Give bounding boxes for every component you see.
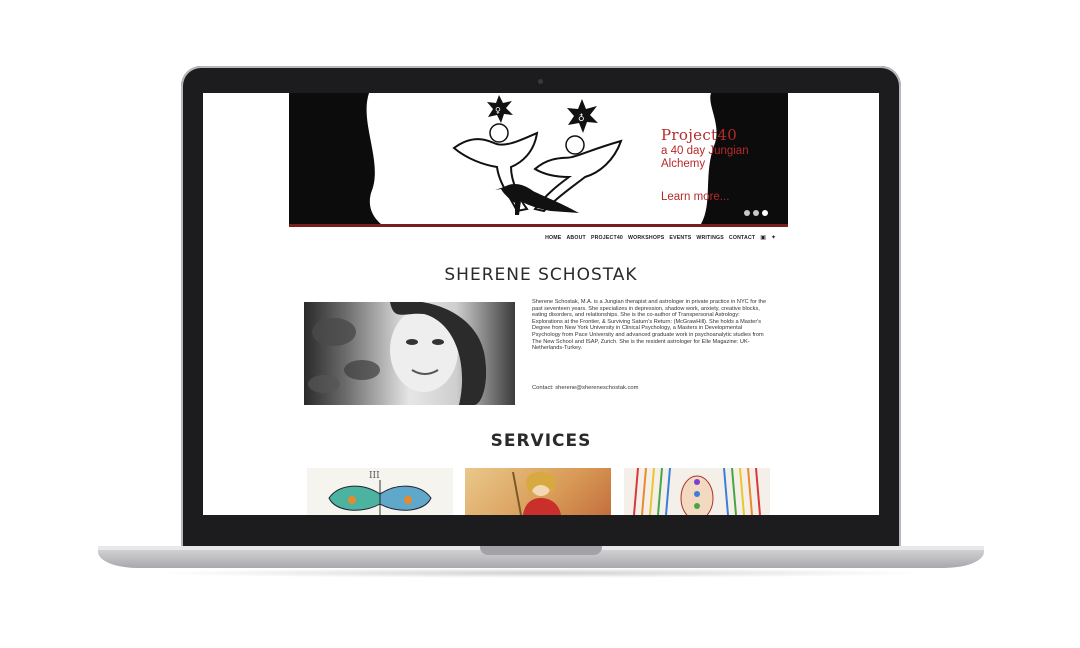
svg-text:♁: ♁ <box>578 113 585 124</box>
contact-email[interactable]: Contact: sherene@shereneschostak.com <box>532 385 638 391</box>
slider-dot[interactable] <box>753 210 759 216</box>
nav-workshops[interactable]: WORKSHOPS <box>628 235 664 241</box>
twitter-icon[interactable]: ✦ <box>771 234 776 241</box>
bio-text: Sherene Schostak, M.A. is a Jungian ther… <box>532 299 767 352</box>
facebook-icon[interactable]: ▣ <box>760 234 766 241</box>
services-heading: SERVICES <box>490 431 592 451</box>
learn-more-link[interactable]: Learn more... <box>661 191 729 203</box>
hero-banner[interactable]: ♀ ♁ Project40 a 40 day Jungian Alchemy L… <box>289 93 788 224</box>
nav-contact[interactable]: CONTACT <box>729 235 755 241</box>
service-card-goddess[interactable] <box>465 468 611 515</box>
slider-dots <box>744 210 768 216</box>
laptop-shadow <box>150 568 930 578</box>
service-card-chakra[interactable] <box>624 468 770 515</box>
page-title: SHERENE SCHOSTAK <box>444 265 638 285</box>
nav-events[interactable]: EVENTS <box>669 235 691 241</box>
browser-screen: ♀ ♁ Project40 a 40 day Jungian Alchemy L… <box>203 93 879 515</box>
hero-divider <box>289 224 788 227</box>
service-card-butterfly[interactable]: III <box>307 468 453 515</box>
hero-title: Project40 <box>661 126 738 144</box>
nav-project40[interactable]: PROJECT40 <box>591 235 623 241</box>
main-nav: HOME ABOUT PROJECT40 WORKSHOPS EVENTS WR… <box>545 234 776 242</box>
nav-writings[interactable]: WRITINGS <box>696 235 724 241</box>
slider-dot[interactable] <box>762 210 768 216</box>
nav-about[interactable]: ABOUT <box>566 235 585 241</box>
slider-dot[interactable] <box>744 210 750 216</box>
camera-icon <box>538 79 543 84</box>
portrait-photo <box>304 302 515 405</box>
nav-home[interactable]: HOME <box>545 235 561 241</box>
svg-text:III: III <box>369 471 380 481</box>
laptop-notch <box>480 546 602 555</box>
butterfly-image: III <box>328 471 432 515</box>
goddess-image <box>512 471 561 515</box>
hero-subtitle: a 40 day Jungian Alchemy <box>661 145 749 170</box>
chakra-image <box>633 468 761 515</box>
svg-text:♀: ♀ <box>495 106 501 115</box>
